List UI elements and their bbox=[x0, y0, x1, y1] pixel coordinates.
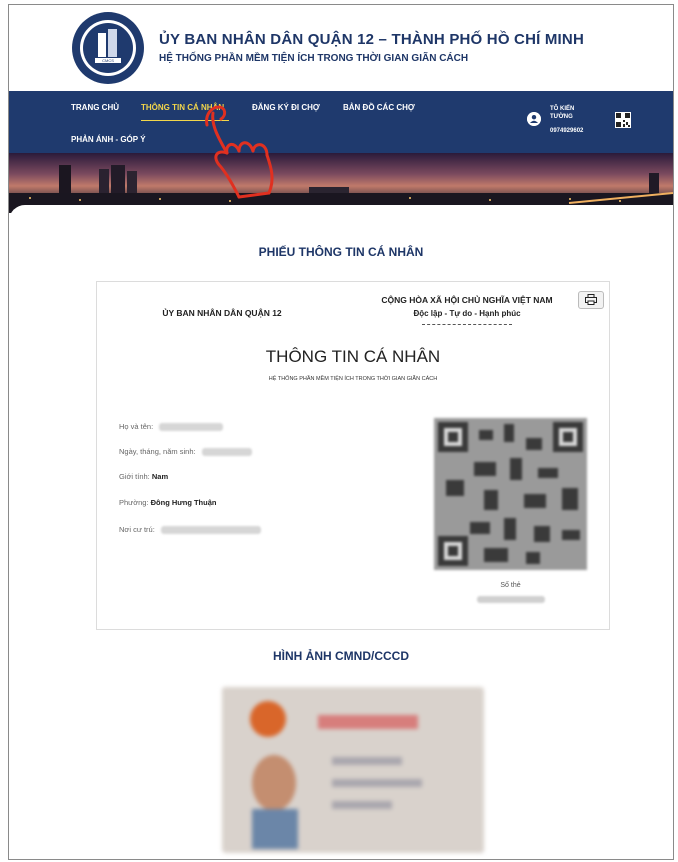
pointer-hand-icon bbox=[205, 105, 274, 199]
id-section-title: HÌNH ẢNH CMND/CCCD bbox=[273, 649, 409, 663]
site-title: ỦY BAN NHÂN DÂN QUẬN 12 – THÀNH PHỐ HỒ C… bbox=[159, 31, 584, 48]
site-subtitle: HỆ THỐNG PHẦN MỀM TIỆN ÍCH TRONG THỜI GI… bbox=[159, 53, 469, 64]
print-button[interactable] bbox=[578, 291, 604, 309]
district-logo: CMCS bbox=[72, 12, 144, 84]
id-card-illustration bbox=[222, 687, 484, 853]
personal-info-card: ỦY BAN NHÂN DÂN QUẬN 12 CỘNG HÒA XÃ HỘI … bbox=[96, 281, 610, 630]
field-value: Nam bbox=[151, 472, 169, 481]
qr-pattern bbox=[434, 418, 587, 570]
field-label: Phường: bbox=[119, 498, 149, 507]
nav-home[interactable]: TRANG CHỦ bbox=[71, 103, 119, 112]
id-card-photo bbox=[222, 687, 484, 853]
card-number-redacted bbox=[477, 596, 545, 603]
user-phone: 0974929602 bbox=[550, 128, 584, 134]
field-ward: Phường: Đông Hưng Thuận bbox=[119, 498, 216, 507]
card-title: THÔNG TIN CÁ NHÂN bbox=[265, 347, 441, 366]
field-gender: Giới tính: Nam bbox=[119, 472, 168, 481]
nav-feedback[interactable]: PHẢN ÁNH - GÓP Ý bbox=[71, 135, 146, 144]
field-value: Đông Hưng Thuận bbox=[150, 498, 217, 507]
nav-market-map[interactable]: BẢN ĐỒ CÁC CHỢ bbox=[343, 103, 415, 112]
skyline-illustration bbox=[9, 165, 673, 213]
redacted-value bbox=[160, 526, 261, 535]
field-label: Nơi cư trú: bbox=[119, 525, 155, 534]
redacted-value bbox=[201, 448, 252, 457]
city-banner bbox=[9, 153, 673, 213]
user-name[interactable]: TÔ KIẾN TƯỜNG bbox=[550, 105, 590, 121]
printer-icon bbox=[585, 294, 597, 305]
redacted-value bbox=[159, 423, 224, 432]
logo-text: CMCS bbox=[102, 58, 114, 63]
site-header: CMCS ỦY BAN NHÂN DÂN QUẬN 12 – THÀNH PHỐ… bbox=[9, 5, 673, 91]
field-label: Giới tính: bbox=[119, 472, 150, 481]
qr-code-icon[interactable] bbox=[615, 112, 631, 128]
field-label: Họ và tên: bbox=[119, 422, 154, 431]
page-frame: CMCS ỦY BAN NHÂN DÂN QUẬN 12 – THÀNH PHỐ… bbox=[8, 4, 674, 860]
motto-dashed-line bbox=[422, 324, 512, 325]
card-subtitle: HỆ THỐNG PHẦN MỀM TIỆN ÍCH TRONG THỜI GI… bbox=[268, 376, 438, 382]
field-full-name: Họ và tên: bbox=[119, 422, 224, 432]
personal-qr-code bbox=[434, 418, 587, 570]
field-birth-date: Ngày, tháng, năm sinh: bbox=[119, 447, 252, 457]
card-republic: CỘNG HÒA XÃ HỘI CHỦ NGHĨA VIỆT NAM bbox=[381, 295, 553, 305]
card-left-org: ỦY BAN NHÂN DÂN QUẬN 12 bbox=[162, 308, 282, 318]
field-label: Ngày, tháng, năm sinh: bbox=[119, 447, 196, 456]
section-title: PHIẾU THÔNG TIN CÁ NHÂN bbox=[258, 245, 424, 259]
field-residence: Nơi cư trú: bbox=[119, 525, 261, 535]
card-motto: Độc lập - Tự do - Hạnh phúc bbox=[413, 309, 521, 318]
card-number-label: Số thẻ bbox=[500, 582, 521, 589]
user-icon[interactable] bbox=[527, 112, 541, 126]
